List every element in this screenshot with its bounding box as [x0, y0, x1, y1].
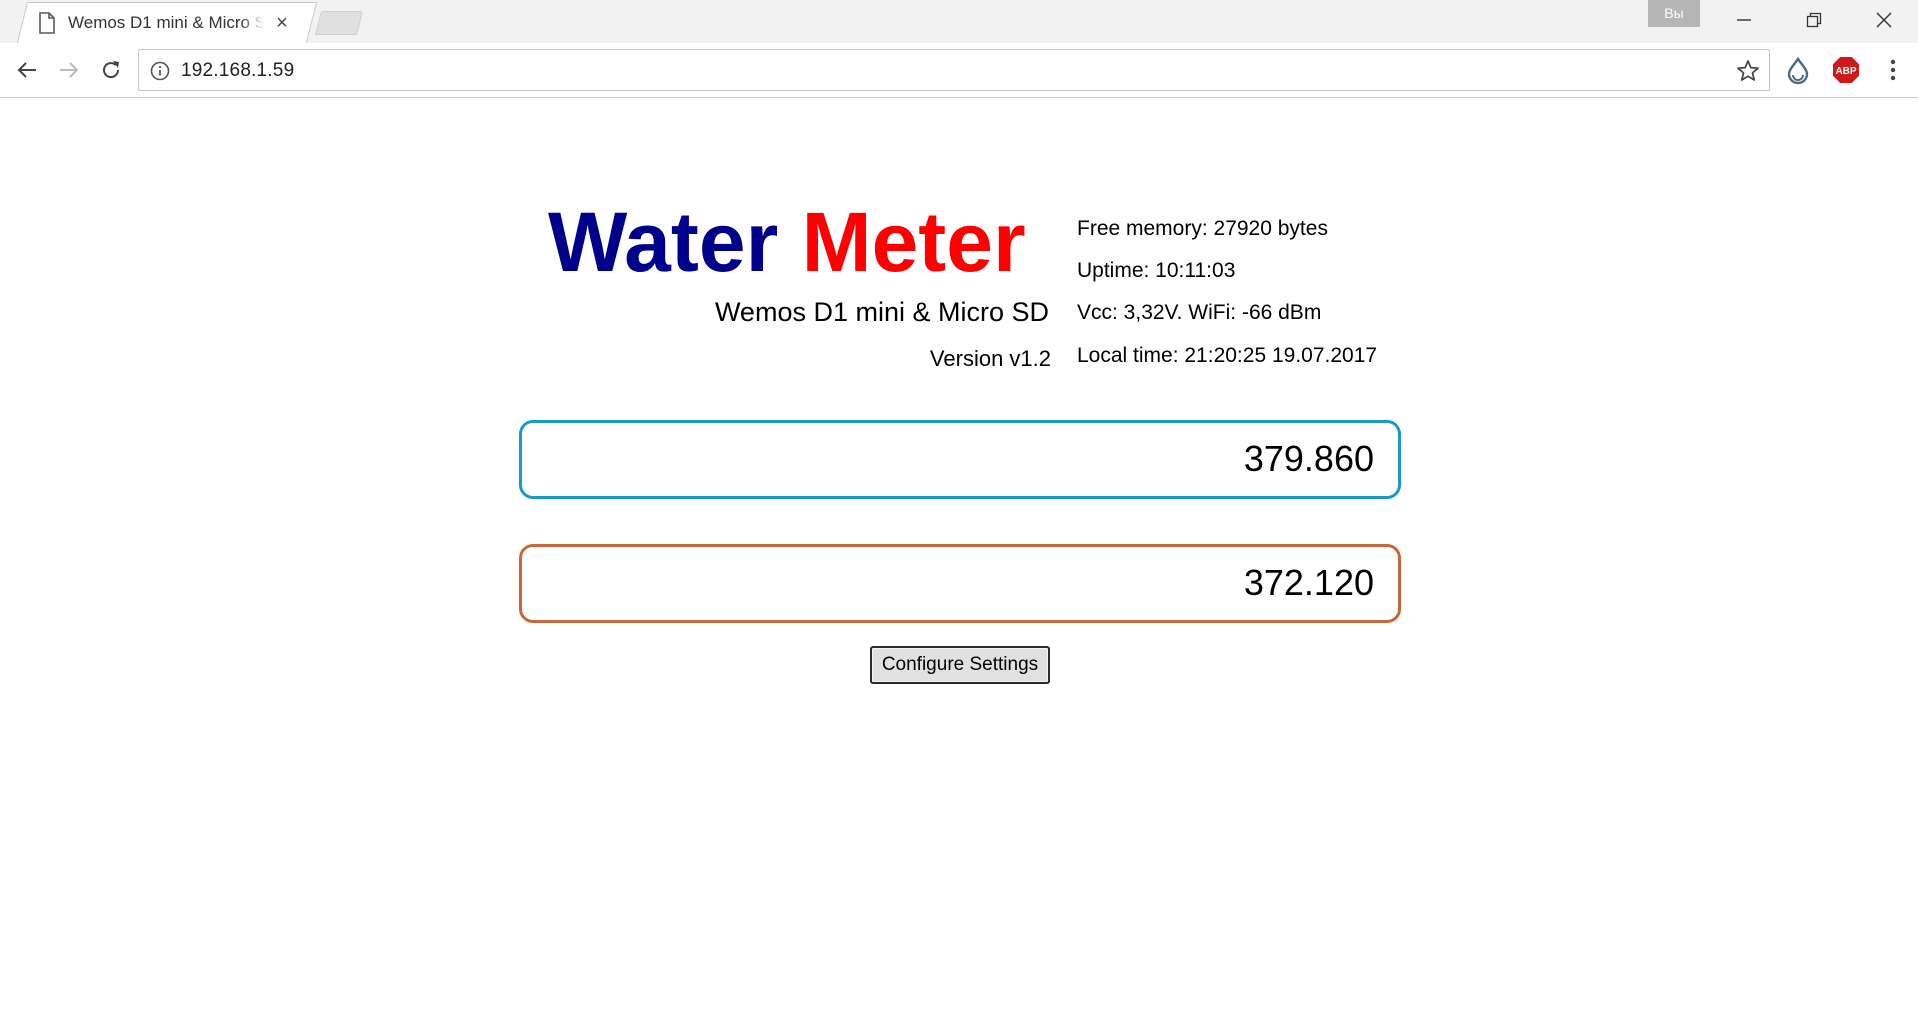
tab-title: Wemos D1 mini & Micro SD [68, 12, 264, 32]
close-icon [1876, 12, 1892, 28]
uptime-stat: Uptime: 10:11:03 [1077, 259, 1236, 282]
abp-label: ABP [1835, 66, 1856, 77]
page-title: Water Meter [548, 200, 1026, 284]
bookmark-star-icon[interactable] [1735, 58, 1761, 84]
back-button[interactable] [9, 53, 45, 87]
hot-water-value: 372.120 [1243, 562, 1374, 603]
free-memory-stat: Free memory: 27920 bytes [1077, 217, 1328, 240]
tab-close-icon[interactable]: × [272, 13, 292, 33]
arrow-left-icon [17, 62, 36, 78]
restore-icon [1806, 12, 1822, 28]
configure-settings-button[interactable]: Configure Settings [870, 646, 1050, 684]
title-water: Water [548, 195, 779, 289]
title-meter: Meter [801, 195, 1026, 289]
minimize-icon [1737, 19, 1751, 21]
page-subtitle: Wemos D1 mini & Micro SD [714, 297, 1049, 327]
reload-icon [103, 61, 120, 79]
document-icon [39, 11, 55, 34]
cold-water-value: 379.860 [1243, 438, 1374, 479]
arrow-right-icon [60, 62, 79, 78]
reload-button[interactable] [93, 53, 129, 87]
close-window-button[interactable] [1856, 0, 1912, 40]
restore-button[interactable] [1786, 0, 1842, 40]
browser-toolbar: 192.168.1.59 ABP [0, 43, 1918, 98]
vcc-wifi-stat: Vcc: 3,32V. WiFi: -66 dBm [1077, 301, 1322, 324]
browser-tabstrip: Wemos D1 mini & Micro SD × Вы [0, 0, 1918, 43]
url-text[interactable]: 192.168.1.59 [181, 60, 294, 82]
local-time-stat: Local time: 21:20:25 19.07.2017 [1077, 344, 1378, 367]
forward-button[interactable] [51, 53, 87, 87]
extension-drop-icon[interactable] [1783, 55, 1813, 85]
adblock-plus-icon[interactable]: ABP [1832, 56, 1860, 84]
hot-water-meter: 372.120 [519, 544, 1401, 623]
address-bar[interactable]: 192.168.1.59 [138, 49, 1770, 91]
new-tab-button[interactable] [315, 11, 363, 35]
version-label: Version v1.2 [929, 346, 1051, 371]
minimize-button[interactable] [1716, 0, 1772, 40]
browser-tab-content[interactable]: Wemos D1 mini & Micro SD × [30, 2, 305, 43]
profile-badge[interactable]: Вы [1648, 0, 1700, 27]
cold-water-meter: 379.860 [519, 420, 1401, 499]
browser-menu-button[interactable] [1878, 55, 1908, 85]
info-icon[interactable] [149, 60, 171, 82]
more-vertical-icon [1890, 59, 1896, 81]
page-content: Water Meter Wemos D1 mini & Micro SD Ver… [0, 98, 1918, 1020]
